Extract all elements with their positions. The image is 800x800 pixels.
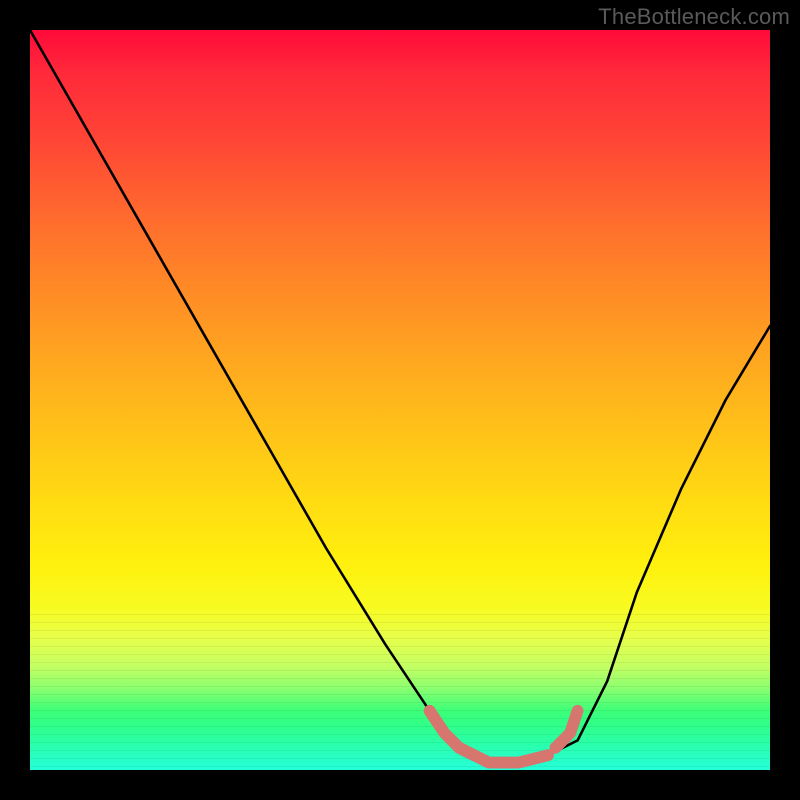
curve-layer [30, 30, 770, 770]
chart-frame: TheBottleneck.com [0, 0, 800, 800]
plot-area [30, 30, 770, 770]
bottleneck-curve [30, 30, 770, 763]
highlight-flat-bottom [459, 748, 548, 763]
watermark-text: TheBottleneck.com [598, 4, 790, 30]
